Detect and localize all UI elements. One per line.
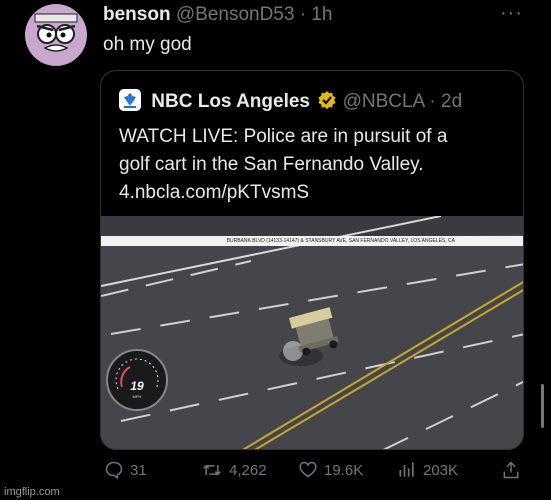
speed-value: 19	[130, 379, 144, 393]
more-options-icon[interactable]: ···	[500, 2, 523, 25]
location-caption: BURBANK BLVD (14133-14147) & STANSBURY A…	[101, 236, 523, 246]
avatar[interactable]	[25, 4, 87, 66]
views-icon	[399, 462, 414, 477]
tweet-header: benson @BensonD53 · 1h	[103, 4, 332, 26]
like-count: 19.6K	[324, 461, 364, 479]
author-name[interactable]: benson	[103, 4, 171, 25]
speed-unit: MPH	[132, 394, 142, 399]
quoted-link[interactable]: 4.nbcla.com/pKTvsmS	[119, 179, 509, 207]
like-button[interactable]: 19.6K	[298, 460, 363, 480]
tweet-text: oh my god	[103, 34, 192, 55]
share-button[interactable]	[501, 460, 527, 480]
share-icon	[503, 461, 519, 479]
nbc-peacock-icon	[119, 89, 141, 111]
watermark: imgflip.com	[4, 486, 60, 498]
verified-badge-icon	[317, 90, 337, 116]
video-thumbnail[interactable]: BURBANK BLVD (14133-14147) & STANSBURY A…	[101, 216, 523, 449]
speedometer-overlay: 19 MPH	[106, 349, 168, 411]
reply-count: 31	[130, 461, 147, 479]
quoted-tweet-card[interactable]: NBC Los Angeles @NBCLA · 2d WATCH LIVE: …	[100, 70, 524, 450]
retweet-count: 4,262	[229, 461, 267, 479]
quoted-tweet-header: NBC Los Angeles @NBCLA · 2d	[119, 89, 462, 116]
quoted-author-name[interactable]: NBC Los Angeles	[151, 91, 310, 112]
retweet-icon	[203, 464, 221, 476]
author-handle[interactable]: @BensonD53 · 1h	[176, 4, 333, 25]
views-button[interactable]: 203K	[397, 460, 458, 480]
reply-icon	[105, 461, 123, 480]
quoted-text-line: golf cart in the San Fernando Valley.	[119, 154, 424, 175]
quoted-tweet-text: WATCH LIVE: Police are in pursuit of a g…	[119, 123, 509, 207]
aerial-road-scene	[101, 216, 523, 449]
tweet-action-bar: 31 4,262 19.6K 203K	[0, 460, 551, 484]
benson-avatar-icon	[34, 13, 78, 52]
like-icon	[299, 461, 317, 478]
retweet-button[interactable]: 4,262	[201, 460, 267, 480]
reply-button[interactable]: 31	[104, 460, 147, 480]
views-count: 203K	[423, 461, 459, 479]
quoted-author-handle[interactable]: @NBCLA · 2d	[343, 91, 463, 112]
quoted-text-line: WATCH LIVE: Police are in pursuit of a	[119, 126, 448, 147]
scrollbar[interactable]	[541, 384, 544, 428]
